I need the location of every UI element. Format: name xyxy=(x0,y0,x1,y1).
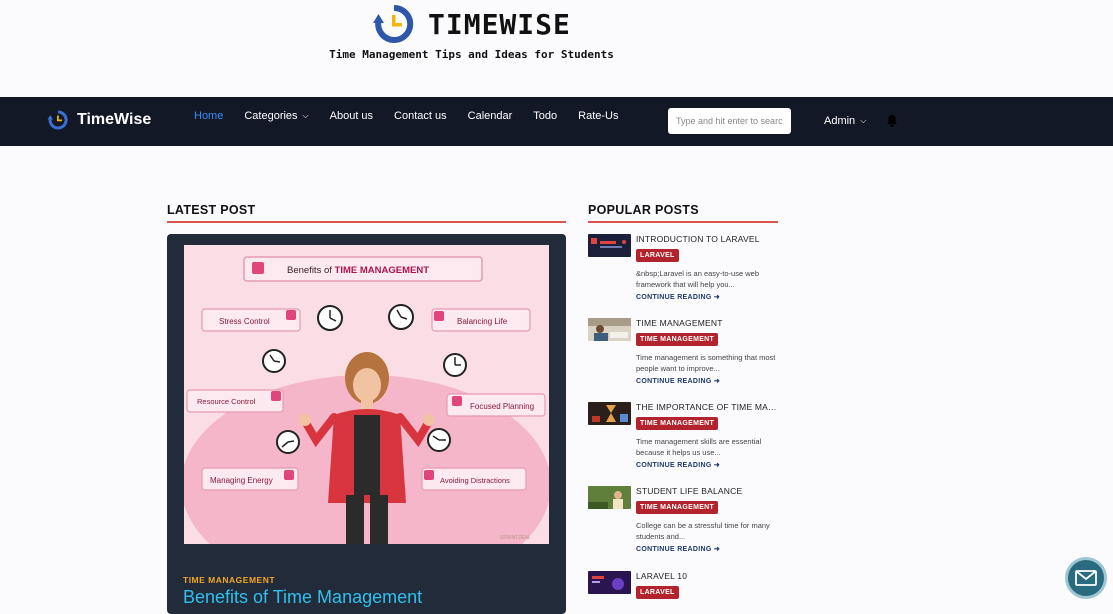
image-label-balance: Balancing Life xyxy=(457,317,508,326)
svg-text:Benefits of TIME MANAGEMENT: Benefits of TIME MANAGEMENT xyxy=(287,265,429,276)
navbar: TimeWise Home Categories ⌵ About us Conta… xyxy=(0,97,1113,146)
clock-icon xyxy=(317,305,343,331)
bell-icon[interactable] xyxy=(886,114,898,127)
nav-link-label: Rate-Us xyxy=(578,110,619,122)
category-badge[interactable]: TIME MANAGEMENT xyxy=(636,333,719,346)
nav-link-contact[interactable]: Contact us xyxy=(394,110,447,122)
brand-title: TIMEWISE xyxy=(428,7,571,41)
image-credit: SPRINTZEAL xyxy=(500,535,531,541)
popular-post-title[interactable]: LARAVEL 10 xyxy=(636,571,778,581)
brand-row: TIMEWISE xyxy=(372,4,571,44)
popular-post-body: LARAVEL 10 LARAVEL xyxy=(636,571,778,599)
image-headline-bold: TIME MANAGEMENT xyxy=(335,265,430,276)
nav-link-home[interactable]: Home xyxy=(194,110,223,122)
popular-post-body: THE IMPORTANCE OF TIME MAN... TIME MANAG… xyxy=(636,402,778,469)
category-badge[interactable]: TIME MANAGEMENT xyxy=(636,501,719,514)
image-headline-prefix: Benefits of xyxy=(287,265,335,276)
nav-link-label: Calendar xyxy=(467,110,513,122)
popular-post-title[interactable]: INTRODUCTION TO LARAVEL xyxy=(636,234,778,244)
continue-reading-link[interactable]: CONTINUE READING ➜ xyxy=(636,545,778,553)
arrow-right-icon: ➜ xyxy=(713,546,721,553)
contact-chat-button[interactable] xyxy=(1065,557,1107,599)
user-menu[interactable]: Admin ⌵ xyxy=(824,115,866,127)
brand-tagline: Time Management Tips and Ideas for Stude… xyxy=(329,48,614,61)
latest-post-image[interactable]: Benefits of TIME MANAGEMENT Stress Contr… xyxy=(184,245,549,544)
latest-divider xyxy=(167,221,566,223)
nav-link-label: Home xyxy=(194,110,224,122)
clock-logo-icon xyxy=(47,110,68,130)
continue-reading-link[interactable]: CONTINUE READING ➜ xyxy=(636,293,778,301)
latest-post-card[interactable]: Benefits of TIME MANAGEMENT Stress Contr… xyxy=(167,234,566,614)
hourglass-thumb[interactable] xyxy=(588,402,631,425)
continue-reading-label: CONTINUE READING xyxy=(636,546,712,553)
clock-icon xyxy=(427,428,451,452)
nav-link-label: About us xyxy=(329,110,374,122)
clock-icon xyxy=(276,430,300,454)
nav-link-todo[interactable]: Todo xyxy=(533,110,557,122)
image-label-stress: Stress Control xyxy=(219,317,270,326)
continue-reading-label: CONTINUE READING xyxy=(636,378,712,385)
user-label: Admin xyxy=(824,115,856,127)
arrow-right-icon: ➜ xyxy=(713,462,721,469)
popular-post-title[interactable]: STUDENT LIFE BALANCE xyxy=(636,486,778,496)
popular-post-body: STUDENT LIFE BALANCE TIME MANAGEMENT Col… xyxy=(636,486,778,553)
popular-heading: POPULAR POSTS xyxy=(588,203,699,217)
category-badge[interactable]: LARAVEL xyxy=(636,249,679,262)
chevron-down-icon: ⌵ xyxy=(302,111,309,120)
nav-logo-text: TimeWise xyxy=(77,111,152,128)
arrow-right-icon: ➜ xyxy=(713,378,721,385)
nav-logo[interactable]: TimeWise xyxy=(47,110,151,130)
clock-logo-icon xyxy=(373,4,414,43)
clock-icon xyxy=(262,349,286,373)
popular-post-body: TIME MANAGEMENT TIME MANAGEMENT Time man… xyxy=(636,318,778,385)
nav-link-label: Categories xyxy=(244,110,298,122)
student-thumb[interactable] xyxy=(588,486,631,509)
clock-icon xyxy=(443,353,467,377)
laravel10-thumb[interactable] xyxy=(588,571,631,594)
latest-post-category[interactable]: TIME MANAGEMENT xyxy=(183,575,275,585)
study-thumb[interactable] xyxy=(588,318,631,341)
continue-reading-label: CONTINUE READING xyxy=(636,294,712,301)
image-label-resource: Resource Control xyxy=(197,397,256,406)
nav-link-rate-us[interactable]: Rate-Us xyxy=(578,110,618,122)
nav-link-categories[interactable]: Categories ⌵ xyxy=(244,110,308,122)
nav-links: Home Categories ⌵ About us Contact us Cal… xyxy=(194,110,639,122)
popular-post-excerpt: Time management is something that most p… xyxy=(636,353,776,373)
latest-post-title[interactable]: Benefits of Time Management xyxy=(183,587,422,608)
search-input[interactable] xyxy=(668,108,791,134)
popular-post-body: INTRODUCTION TO LARAVEL LARAVEL &nbsp;La… xyxy=(636,234,778,301)
popular-post-excerpt: Time management skills are essential bec… xyxy=(636,437,762,457)
continue-reading-link[interactable]: CONTINUE READING ➜ xyxy=(636,377,778,385)
popular-post-excerpt: &nbsp;Laravel is an easy-to-use web fram… xyxy=(636,269,759,289)
image-label-focus: Focused Planning xyxy=(470,402,534,411)
nav-link-label: Contact us xyxy=(394,110,447,122)
nav-link-about[interactable]: About us xyxy=(330,110,373,122)
brand-header: TIMEWISE Time Management Tips and Ideas … xyxy=(0,0,1113,97)
chevron-down-icon: ⌵ xyxy=(860,116,867,125)
popular-post-title[interactable]: THE IMPORTANCE OF TIME MAN... xyxy=(636,402,778,412)
category-badge[interactable]: TIME MANAGEMENT xyxy=(636,417,719,430)
nav-link-label: Todo xyxy=(533,110,558,122)
category-badge[interactable]: LARAVEL xyxy=(636,586,679,599)
nav-link-calendar[interactable]: Calendar xyxy=(468,110,513,122)
popular-post-excerpt: College can be a stressful time for many… xyxy=(636,521,770,541)
popular-divider xyxy=(588,221,778,223)
image-label-energy: Managing Energy xyxy=(210,476,273,485)
popular-post-title[interactable]: TIME MANAGEMENT xyxy=(636,318,778,328)
clock-icon xyxy=(388,304,414,330)
continue-reading-label: CONTINUE READING xyxy=(636,462,712,469)
arrow-right-icon: ➜ xyxy=(713,294,721,301)
latest-heading: LATEST POST xyxy=(167,203,256,217)
image-label-distraction: Avoiding Distractions xyxy=(440,476,510,485)
continue-reading-link[interactable]: CONTINUE READING ➜ xyxy=(636,461,778,469)
laravel-thumb[interactable] xyxy=(588,234,631,257)
mail-icon xyxy=(1075,570,1097,586)
